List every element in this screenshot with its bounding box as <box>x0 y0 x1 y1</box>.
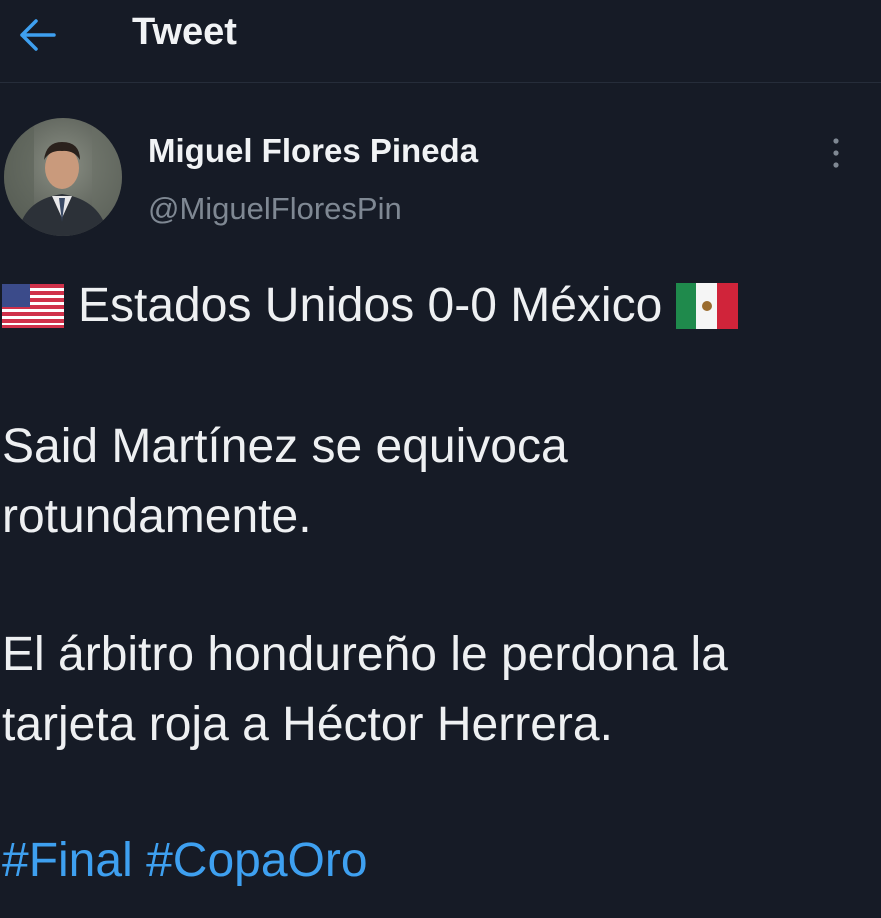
us-flag-icon <box>2 284 64 328</box>
tweet-text-line: rotundamente. <box>2 490 312 543</box>
tweet-paragraph-1: Said Martínez se equivoca rotundamente. <box>2 412 872 552</box>
tweet-text-line: tarjeta roja a Héctor Herrera. <box>2 698 613 751</box>
more-options-button[interactable] <box>818 130 854 176</box>
tweet-text-line: El árbitro hondureño le perdona la <box>2 628 728 681</box>
hashtags: #Final #CopaOro <box>2 828 368 894</box>
more-vertical-icon <box>833 138 839 168</box>
hashtag-link[interactable]: #CopaOro <box>146 834 367 887</box>
top-bar: Tweet <box>0 0 881 83</box>
tweet-paragraph-2: El árbitro hondureño le perdona la tarje… <box>2 620 872 760</box>
arrow-left-icon <box>20 19 56 51</box>
score-text: Estados Unidos 0-0 México <box>78 279 663 332</box>
score-line: Estados Unidos 0-0 México <box>2 276 739 336</box>
mexico-flag-icon <box>676 283 739 329</box>
avatar[interactable] <box>4 118 122 236</box>
author-handle: @MiguelFloresPin <box>148 191 402 226</box>
author-display-name[interactable]: Miguel Flores Pineda <box>148 131 478 171</box>
avatar-image <box>4 118 122 236</box>
hashtag-link[interactable]: #Final <box>2 834 133 887</box>
page-title: Tweet <box>132 11 237 53</box>
tweet-text-line: Said Martínez se equivoca <box>2 420 568 473</box>
back-button[interactable] <box>14 12 60 58</box>
